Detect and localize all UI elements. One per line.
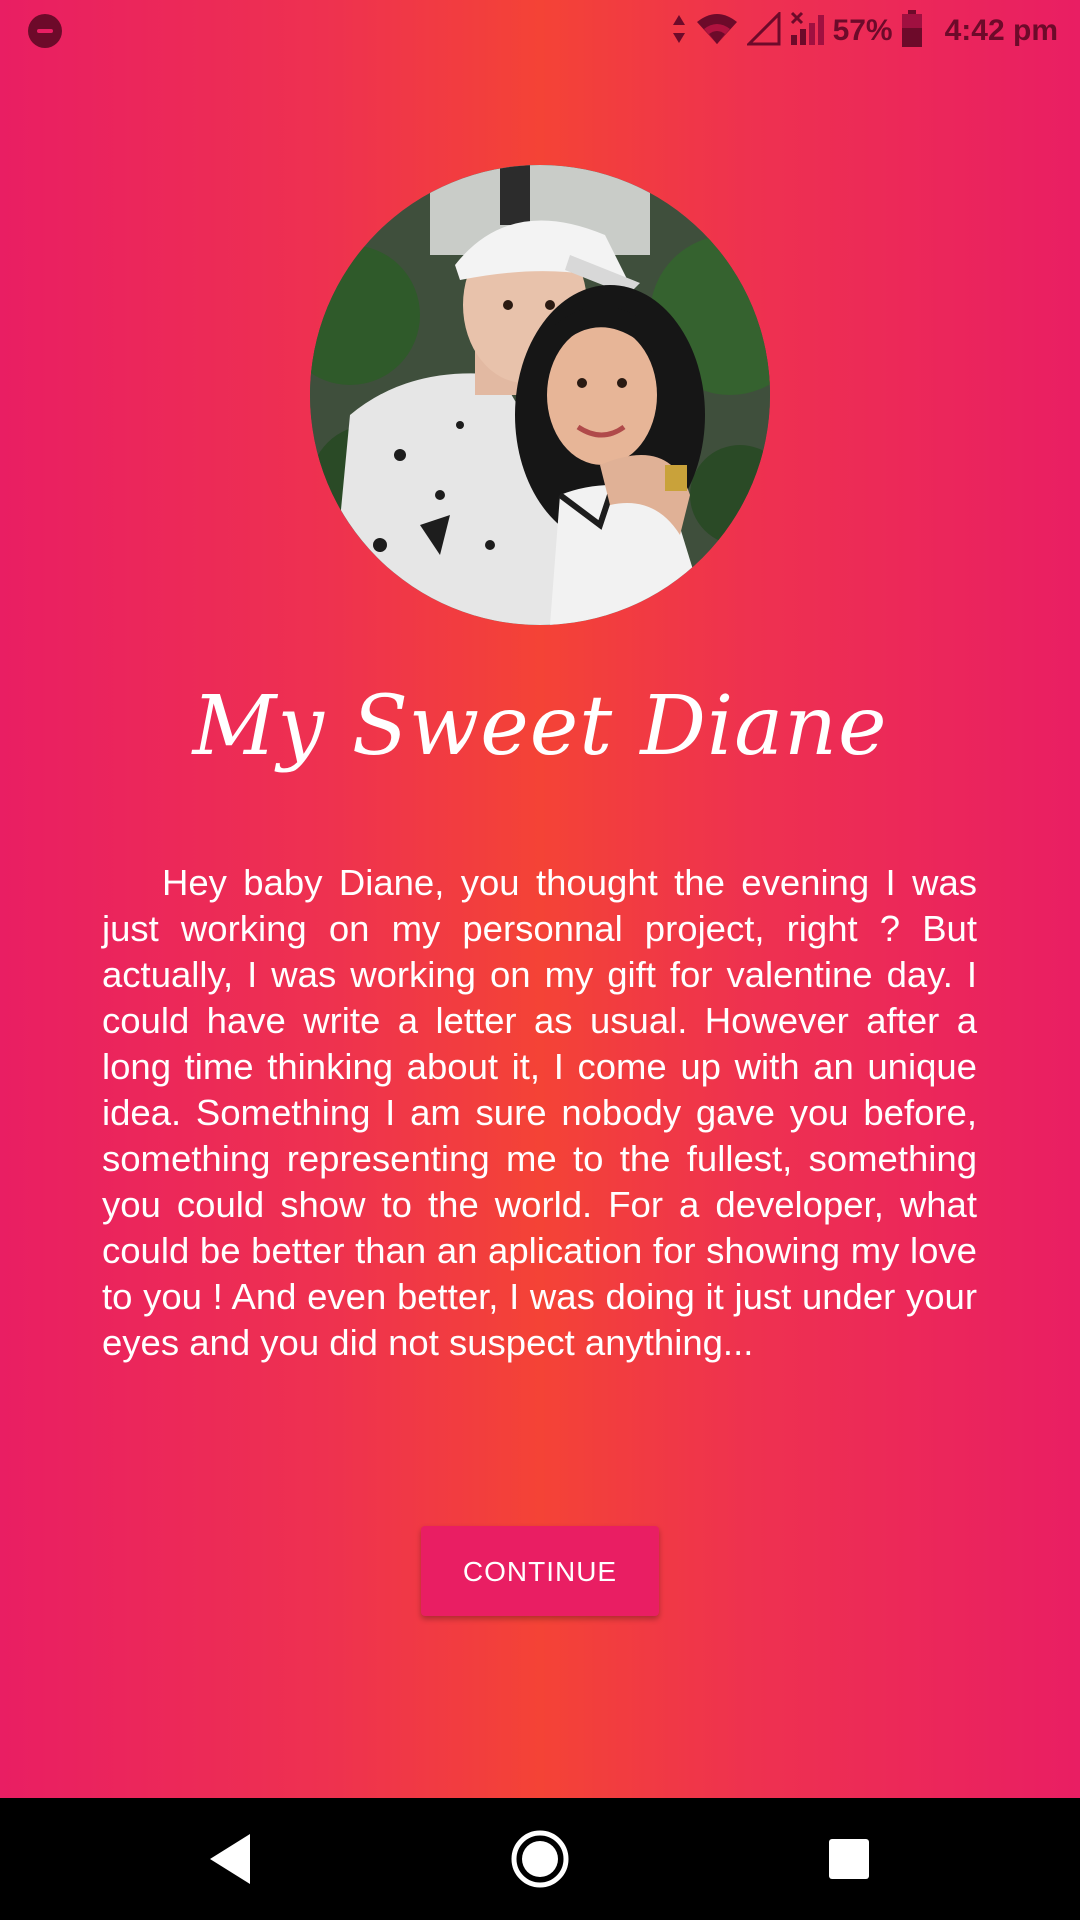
- status-clock: 4:42 pm: [944, 14, 1058, 47]
- status-bar: 57% 4:42 pm: [0, 0, 1080, 62]
- signal-icon: [744, 10, 781, 50]
- home-icon[interactable]: [507, 1826, 573, 1892]
- status-icons: 57% 4:42 pm: [671, 8, 1058, 54]
- navigation-bar: [0, 1798, 1080, 1920]
- couple-photo: [310, 165, 770, 625]
- signal-no-data-icon: [789, 11, 825, 51]
- battery-icon: [901, 10, 923, 52]
- data-arrows-icon: [671, 13, 687, 49]
- battery-percentage: 57%: [832, 14, 893, 47]
- recents-icon[interactable]: [816, 1826, 882, 1892]
- back-icon[interactable]: [196, 1826, 262, 1892]
- do-not-disturb-icon: [28, 14, 62, 48]
- page-title: My Sweet Diane: [192, 679, 888, 774]
- wifi-icon: [695, 12, 739, 50]
- love-message: Hey baby Diane, you thought the evening …: [102, 862, 977, 1363]
- app-screen: 57% 4:42 pm My Sweet Diane Hey baby Dian…: [0, 0, 1080, 1798]
- continue-button[interactable]: CONTINUE: [421, 1526, 659, 1616]
